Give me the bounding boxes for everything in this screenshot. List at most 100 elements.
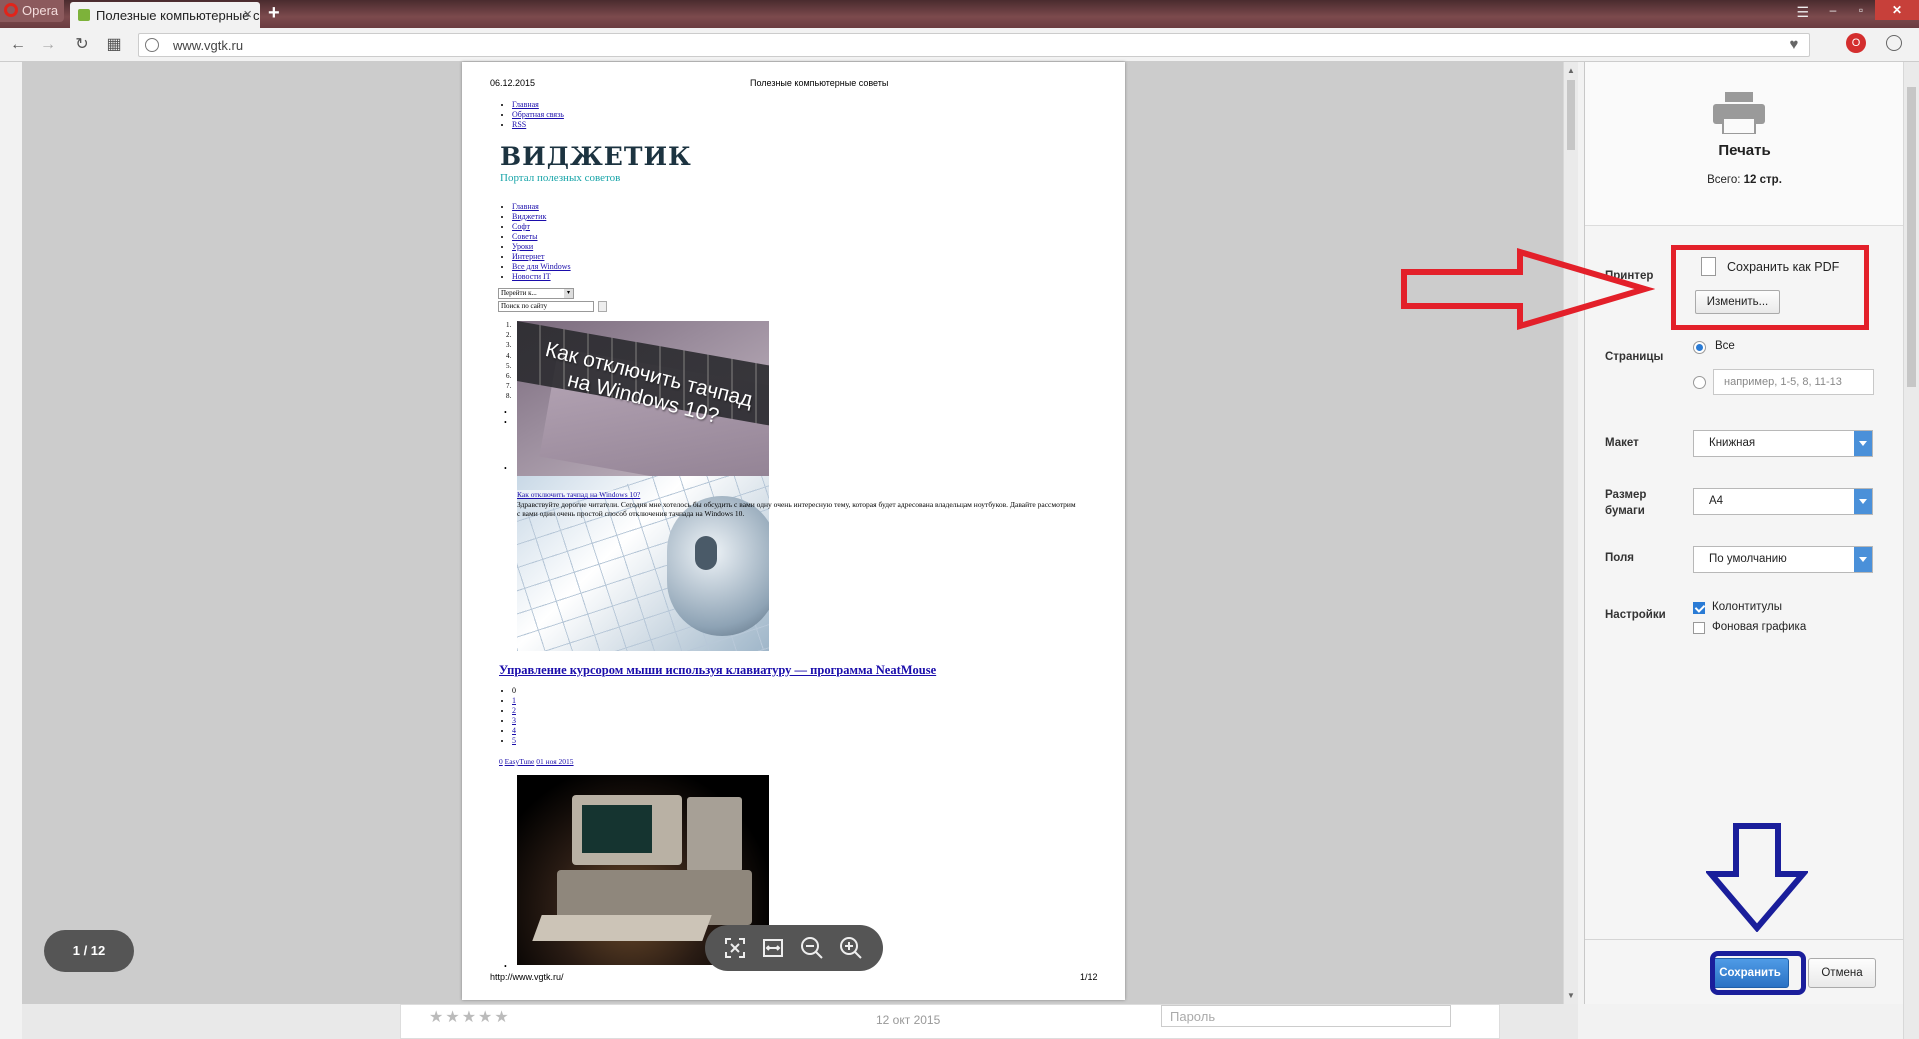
red-highlight-box [1671, 245, 1869, 330]
page-total-value: 12 стр. [1743, 174, 1782, 186]
margins-label: Поля [1605, 552, 1635, 564]
list-item: Виджетик [512, 212, 571, 222]
zoom-out-icon[interactable] [799, 935, 825, 961]
minimize-button[interactable]: – [1819, 0, 1847, 20]
panel-scrollbar[interactable] [1903, 62, 1919, 1039]
globe-icon [145, 38, 159, 52]
rating-link[interactable]: 3 [512, 716, 516, 725]
mouse-wheel-shape [695, 536, 717, 570]
top-link[interactable]: Главная [512, 100, 539, 109]
top-link[interactable]: RSS [512, 120, 526, 129]
forward-icon[interactable]: → [38, 35, 58, 55]
top-link[interactable]: Обратная связь [512, 110, 564, 119]
print-panel-header: Печать Всего: 12 стр. [1585, 62, 1904, 226]
author-link[interactable]: EasyTune [505, 757, 535, 766]
scroll-up-icon[interactable]: ▲ [1567, 66, 1575, 75]
url-field[interactable]: www.vgtk.ru ♥ [138, 33, 1810, 57]
comments-link[interactable]: 0 [499, 757, 503, 766]
list-item: Интернет [512, 252, 571, 262]
extension-icon[interactable]: O [1846, 33, 1866, 53]
rating-stars-icon: ★★★★★ [429, 1009, 511, 1026]
preview-scrollbar[interactable]: ▲ ▼ [1563, 62, 1578, 1004]
printer-icon [1713, 92, 1765, 134]
tab-bar: Opera Полезные компьютерные советы × + ☰… [0, 0, 1919, 28]
pages-range-radio[interactable] [1693, 376, 1706, 389]
user-icon[interactable] [1886, 35, 1902, 51]
site-logo-title: ВИДЖЕТИК [500, 142, 692, 171]
tab-menu-icon[interactable]: ☰ [1796, 4, 1809, 21]
menu-link[interactable]: Софт [512, 222, 530, 231]
opera-menu-label: Opera [22, 3, 59, 18]
chevron-down-icon: ▾ [564, 289, 573, 298]
pages-range-input[interactable]: например, 1-5, 8, 11-13 [1713, 369, 1874, 395]
blue-highlight-box [1710, 951, 1806, 995]
rating-link[interactable]: 4 [512, 726, 516, 735]
list-item: 1. [506, 321, 512, 329]
list-item: 2. [506, 331, 512, 340]
pages-all-radio[interactable] [1693, 341, 1706, 354]
favicon-icon [78, 9, 90, 21]
date-link[interactable]: 01 ноя 2015 [536, 757, 573, 766]
address-bar-row: ← → ↻ ▦ www.vgtk.ru ♥ [0, 28, 1919, 62]
page-total: Всего: 12 стр. [1585, 174, 1904, 186]
zoom-in-icon[interactable] [838, 935, 864, 961]
list-item: RSS [512, 120, 564, 130]
rating-link[interactable]: 1 [512, 696, 516, 705]
rating-link[interactable]: 2 [512, 706, 516, 715]
list-item: Советы [512, 232, 571, 242]
window-controls: – ▫ ✕ [1819, 0, 1919, 20]
preview-page: 06.12.2015 Полезные компьютерные советы … [462, 62, 1125, 1000]
heart-icon[interactable]: ♥ [1783, 36, 1805, 54]
site-logo-subtitle: Портал полезных советов [500, 172, 621, 184]
article-image-touchpad: Как отключить тачпад на Windows 10? [517, 321, 769, 476]
tab-close-icon[interactable]: × [243, 6, 252, 23]
back-icon[interactable]: ← [8, 35, 28, 55]
list-item: 7. [506, 382, 512, 391]
article-link[interactable]: Как отключить тачпад на Windows 10? [517, 490, 641, 499]
list-item: 1 [512, 696, 516, 706]
new-tab-button[interactable]: + [268, 2, 280, 25]
scroll-down-icon[interactable]: ▼ [1567, 991, 1575, 1000]
page-total-label: Всего: [1707, 174, 1744, 186]
margins-value: По умолчанию [1709, 553, 1787, 565]
menu-link[interactable]: Новости IT [512, 272, 551, 281]
menu-link[interactable]: Все для Windows [512, 262, 571, 271]
fit-page-icon[interactable] [722, 935, 748, 961]
opera-logo-icon [4, 3, 18, 17]
site-search-input[interactable]: Поиск по сайту [498, 301, 594, 312]
reload-icon[interactable]: ↻ [72, 35, 92, 55]
speed-dial-icon[interactable]: ▦ [104, 35, 124, 55]
background-graphics-checkbox[interactable] [1693, 622, 1705, 634]
list-item: Новости IT [512, 272, 571, 282]
list-item: Главная [512, 100, 564, 110]
menu-link[interactable]: Виджетик [512, 212, 546, 221]
menu-link[interactable]: Интернет [512, 252, 544, 261]
close-window-button[interactable]: ✕ [1875, 0, 1919, 20]
tab-active[interactable]: Полезные компьютерные советы × [70, 2, 260, 28]
layout-select[interactable]: Книжная [1693, 430, 1873, 457]
preview-scroll-thumb[interactable] [1567, 80, 1575, 150]
page-footer-number: 1/12 [1080, 972, 1098, 982]
red-arrow-annotation-icon [1401, 248, 1655, 330]
url-text: www.vgtk.ru [173, 38, 244, 53]
menu-link[interactable]: Главная [512, 202, 539, 211]
menu-link[interactable]: Уроки [512, 242, 533, 251]
margins-select[interactable]: По умолчанию [1693, 546, 1873, 573]
headers-footers-checkbox[interactable] [1693, 602, 1705, 614]
headers-footers-label: Колонтитулы [1712, 601, 1782, 613]
panel-scroll-thumb[interactable] [1907, 87, 1916, 387]
fit-width-icon[interactable] [760, 935, 786, 961]
rating-link[interactable]: 5 [512, 736, 516, 745]
list-item: 3 [512, 716, 516, 726]
menu-link[interactable]: Советы [512, 232, 538, 241]
list-item: Уроки [512, 242, 571, 252]
opera-menu-button[interactable]: Opera [0, 0, 64, 22]
screen-shape [582, 805, 652, 853]
article-heading-link[interactable]: Управление курсором мыши используя клави… [499, 663, 936, 678]
list-item: 4. [506, 351, 512, 360]
cancel-button[interactable]: Отмена [1808, 958, 1876, 988]
maximize-button[interactable]: ▫ [1847, 0, 1875, 20]
site-search-button[interactable] [598, 301, 607, 312]
goto-select[interactable]: Перейти к... ▾ [498, 288, 574, 299]
paper-size-select[interactable]: A4 [1693, 488, 1873, 515]
